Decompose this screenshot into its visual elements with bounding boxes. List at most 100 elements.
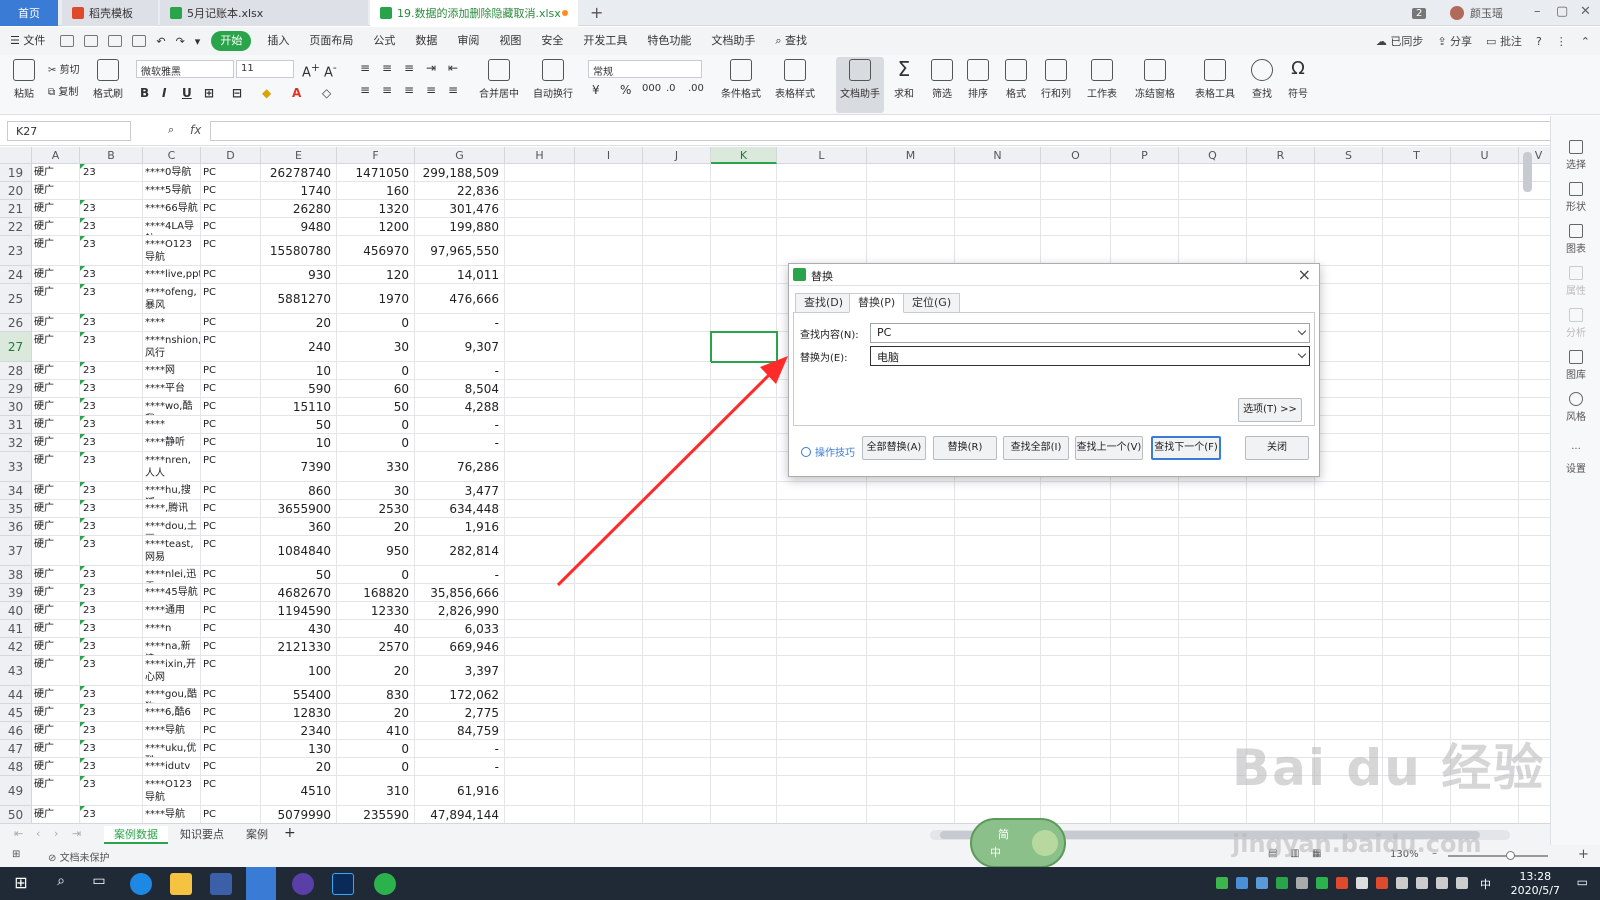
tab-workbook-may[interactable]: 5月记账本.xlsx [160,0,368,26]
grid-cell-G50[interactable]: 47,894,144 [415,806,505,823]
copy-button[interactable]: ⧉ 复制 [48,83,78,98]
grid-cell-T45[interactable] [1383,704,1451,722]
grid-cell-N44[interactable] [955,686,1041,704]
grid-cell-B24[interactable]: 23 [80,266,143,284]
dialog-title-bar[interactable]: 替换 × [789,264,1319,286]
grid-cell-J34[interactable] [643,482,711,500]
row-header[interactable]: 41 [0,620,32,638]
grid-cell-U19[interactable] [1451,164,1519,182]
grid-cell-S20[interactable] [1315,182,1383,200]
grid-cell-N36[interactable] [955,518,1041,536]
distribute-icon[interactable]: ≡ [448,83,458,97]
grid-cell-S37[interactable] [1315,536,1383,566]
grid-cell-R45[interactable] [1247,704,1315,722]
grid-cell-V42[interactable] [1519,638,1550,656]
grid-cell-D42[interactable]: PC [201,638,261,656]
increase-decimal-icon[interactable]: .0 [666,83,676,94]
grid-cell-C35[interactable]: ****,腾讯 [143,500,201,518]
grid-cell-G19[interactable]: 299,188,509 [415,164,505,182]
grid-cell-S38[interactable] [1315,566,1383,584]
grid-cell-D25[interactable]: PC [201,284,261,314]
grid-cell-K37[interactable] [711,536,777,566]
grid-cell-L45[interactable] [777,704,867,722]
row-header[interactable]: 45 [0,704,32,722]
grid-cell-J19[interactable] [643,164,711,182]
grid-cell-H34[interactable] [505,482,575,500]
grid-cell-E29[interactable]: 590 [261,380,337,398]
grid-cell-K33[interactable] [711,452,777,482]
grid-cell-S25[interactable] [1315,284,1383,314]
grid-cell-K25[interactable] [711,284,777,314]
grid-cell-E49[interactable]: 4510 [261,776,337,806]
grid-cell-F50[interactable]: 235590 [337,806,415,823]
grid-cell-A33[interactable]: 硬广 [32,452,80,482]
symbol-button[interactable]: Ω 符号 [1278,59,1318,101]
row-header[interactable]: 44 [0,686,32,704]
grid-cell-F19[interactable]: 1471050 [337,164,415,182]
grid-cell-K50[interactable] [711,806,777,823]
grid-cell-P42[interactable] [1111,638,1179,656]
new-tab-plus-icon[interactable]: + [590,3,603,22]
file-menu[interactable]: ☰ 文件 [0,27,55,55]
grid-cell-D34[interactable]: PC [201,482,261,500]
grid-cell-H21[interactable] [505,200,575,218]
grid-cell-B28[interactable]: 23 [80,362,143,380]
grid-cell-V28[interactable] [1519,362,1550,380]
grid-cell-H44[interactable] [505,686,575,704]
synced-button[interactable]: ☁ 已同步 [1376,33,1424,49]
grid-cell-R34[interactable] [1247,482,1315,500]
grid-cell-D45[interactable]: PC [201,704,261,722]
user-account[interactable]: 颜玉瑶 [1450,0,1503,26]
grid-cell-E43[interactable]: 100 [261,656,337,686]
grid-cell-U34[interactable] [1451,482,1519,500]
grid-cell-I26[interactable] [575,314,643,332]
grid-cell-I23[interactable] [575,236,643,266]
grid-cell-Q36[interactable] [1179,518,1247,536]
grid-cell-B48[interactable]: 23 [80,758,143,776]
worksheet-button[interactable]: 工作表 [1082,59,1122,100]
grid-cell-K34[interactable] [711,482,777,500]
grid-cell-U23[interactable] [1451,236,1519,266]
grid-cell-N43[interactable] [955,656,1041,686]
menu-review[interactable]: 审阅 [447,27,489,55]
grid-cell-V29[interactable] [1519,380,1550,398]
grid-cell-N35[interactable] [955,500,1041,518]
grid-cell-P21[interactable] [1111,200,1179,218]
spreadsheet-grid[interactable]: A B C D E F G H I J K L M N O P Q R S T U V 19 硬广 23 ****0导航 PC 262… [0,147,1550,823]
network-icon[interactable] [1436,877,1448,889]
clear-format-icon[interactable]: ◇ [322,86,331,100]
grid-cell-H25[interactable] [505,284,575,314]
grid-cell-I40[interactable] [575,602,643,620]
chevron-down-icon[interactable]: ▾ [195,35,201,48]
grid-cell-P44[interactable] [1111,686,1179,704]
grid-cell-E45[interactable]: 12830 [261,704,337,722]
grid-cell-F23[interactable]: 456970 [337,236,415,266]
grid-cell-U25[interactable] [1451,284,1519,314]
comment-button[interactable]: ▭ 批注 [1486,33,1522,49]
grid-cell-Q41[interactable] [1179,620,1247,638]
grid-cell-A46[interactable]: 硬广 [32,722,80,740]
grid-cell-C25[interactable]: ****ofeng,暴风 [143,284,201,314]
formula-input[interactable] [210,121,1562,141]
side-chart[interactable]: 图表 [1551,224,1600,255]
grid-cell-N39[interactable] [955,584,1041,602]
side-gallery[interactable]: 图库 [1551,350,1600,381]
grid-cell-N20[interactable] [955,182,1041,200]
grid-cell-P48[interactable] [1111,758,1179,776]
grid-cell-H50[interactable] [505,806,575,823]
grid-cell-R44[interactable] [1247,686,1315,704]
wps-writer-icon[interactable] [246,867,276,900]
grid-cell-V25[interactable] [1519,284,1550,314]
grid-cell-H19[interactable] [505,164,575,182]
chevron-down-icon[interactable] [1297,349,1307,359]
grid-cell-K24[interactable] [711,266,777,284]
grid-cell-Q20[interactable] [1179,182,1247,200]
grid-cell-L47[interactable] [777,740,867,758]
grid-cell-K44[interactable] [711,686,777,704]
grid-cell-L38[interactable] [777,566,867,584]
find-input[interactable]: PC [870,323,1310,343]
grid-cell-G36[interactable]: 1,916 [415,518,505,536]
grid-cell-E28[interactable]: 10 [261,362,337,380]
grid-cell-D38[interactable]: PC [201,566,261,584]
grid-cell-K43[interactable] [711,656,777,686]
